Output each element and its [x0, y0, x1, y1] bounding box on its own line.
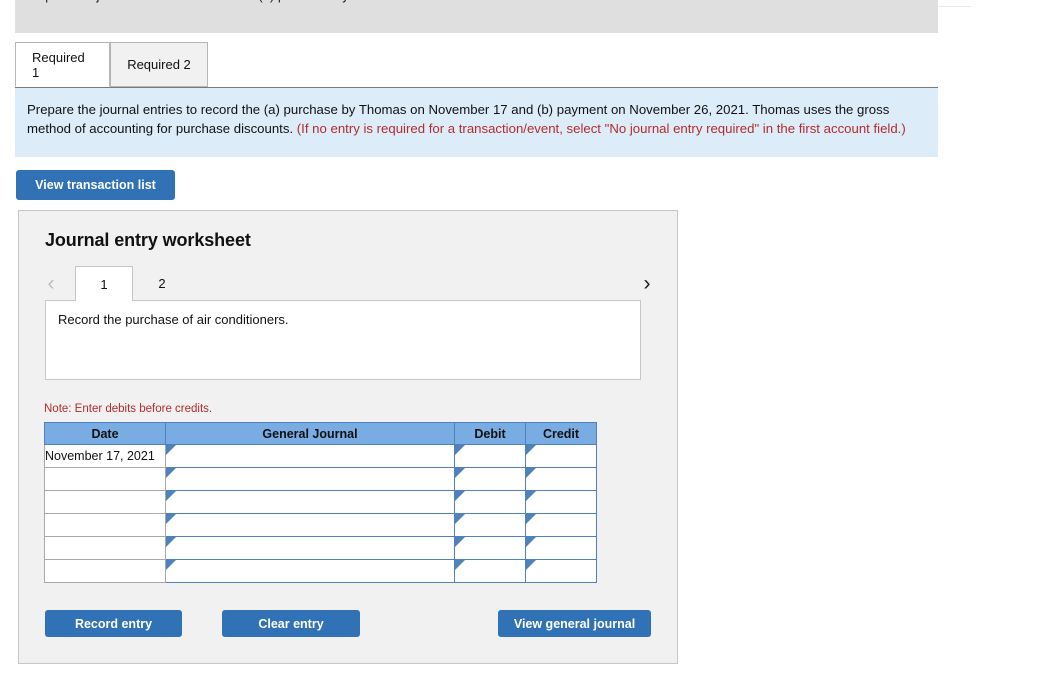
cell-debit[interactable]	[454, 513, 526, 537]
cell-credit-input[interactable]	[533, 446, 594, 466]
cell-credit-input[interactable]	[533, 561, 594, 581]
cell-general-journal[interactable]	[165, 444, 455, 468]
column-header-debit: Debit	[454, 422, 526, 445]
cell-credit[interactable]	[525, 536, 597, 560]
cell-credit-input[interactable]	[533, 469, 594, 489]
worksheet-description-box: Record the purchase of air conditioners.	[45, 300, 641, 380]
top-divider-line	[938, 6, 971, 7]
worksheet-description-text: Record the purchase of air conditioners.	[58, 312, 289, 327]
cell-debit[interactable]	[454, 559, 526, 583]
clear-entry-button[interactable]: Clear entry	[222, 610, 360, 637]
worksheet-title: Journal entry worksheet	[45, 230, 251, 250]
cell-general-journal[interactable]	[165, 467, 455, 491]
view-transaction-list-button[interactable]: View transaction list	[16, 170, 175, 200]
cell-general-journal-input[interactable]	[173, 446, 452, 466]
cell-credit[interactable]	[525, 559, 597, 583]
cell-general-journal[interactable]	[165, 490, 455, 514]
cell-general-journal-input[interactable]	[173, 538, 452, 558]
cell-debit[interactable]	[454, 490, 526, 514]
cell-date	[44, 467, 166, 491]
cell-debit-input[interactable]	[462, 492, 523, 512]
cell-date	[44, 536, 166, 560]
journal-entry-worksheet-panel: Journal entry worksheet ‹ 1 2 › Record t…	[18, 210, 678, 664]
journal-entry-table: Date General Journal Debit Credit Novemb…	[44, 422, 597, 583]
cell-credit-input[interactable]	[533, 515, 594, 535]
cell-date: November 17, 2021	[44, 444, 166, 468]
table-row	[44, 536, 597, 560]
cell-general-journal-input[interactable]	[173, 561, 452, 581]
cell-general-journal-input[interactable]	[173, 492, 452, 512]
cell-date	[44, 490, 166, 514]
record-entry-button[interactable]: Record entry	[45, 610, 182, 637]
journal-entry-table-body: November 17, 2021	[44, 444, 597, 583]
cell-credit[interactable]	[525, 467, 597, 491]
cell-general-journal-input[interactable]	[173, 515, 452, 535]
cell-debit[interactable]	[454, 444, 526, 468]
worksheet-page-tab-1-label: 1	[100, 276, 108, 292]
cell-debit-input[interactable]	[462, 515, 523, 535]
cell-debit-input[interactable]	[462, 561, 523, 581]
view-general-journal-button[interactable]: View general journal	[498, 610, 651, 637]
cell-debit-input[interactable]	[462, 469, 523, 489]
cell-debit[interactable]	[454, 536, 526, 560]
required-tab-strip: Required 1 Required 2	[15, 42, 938, 88]
chevron-left-icon[interactable]: ‹	[39, 266, 63, 301]
cell-date	[44, 559, 166, 583]
tab-required-1[interactable]: Required 1	[15, 42, 110, 87]
debits-before-credits-note: Note: Enter debits before credits.	[44, 403, 213, 415]
column-header-credit: Credit	[525, 422, 597, 445]
cell-debit[interactable]	[454, 467, 526, 491]
table-row	[44, 467, 597, 491]
worksheet-pager: ‹ 1 2 ›	[39, 266, 659, 301]
worksheet-page-tab-2[interactable]: 2	[133, 266, 191, 301]
column-header-general-journal: General Journal	[165, 422, 455, 445]
cell-credit[interactable]	[525, 444, 597, 468]
top-clipped-instruction-bar: Prepare the journal entries to record th…	[15, 0, 938, 33]
tab-required-1-label: Required 1	[32, 49, 85, 80]
table-row	[44, 490, 597, 514]
tab-required-2-label: Required 2	[127, 57, 191, 72]
cell-general-journal-input[interactable]	[173, 469, 452, 489]
table-row	[44, 513, 597, 537]
cell-debit-input[interactable]	[462, 538, 523, 558]
cell-general-journal[interactable]	[165, 559, 455, 583]
cell-date	[44, 513, 166, 537]
column-header-date: Date	[44, 422, 166, 445]
cell-debit-input[interactable]	[462, 446, 523, 466]
cell-credit-input[interactable]	[533, 538, 594, 558]
instruction-panel: Prepare the journal entries to record th…	[15, 87, 938, 157]
cell-credit[interactable]	[525, 490, 597, 514]
table-row	[44, 559, 597, 583]
top-clipped-text: Prepare the journal entries to record th…	[25, 0, 499, 3]
worksheet-page-tab-1[interactable]: 1	[75, 266, 133, 301]
table-row: November 17, 2021	[44, 444, 597, 468]
instruction-text: Prepare the journal entries to record th…	[27, 100, 924, 138]
worksheet-page-tab-2-label: 2	[158, 276, 166, 291]
tab-required-2[interactable]: Required 2	[110, 42, 208, 87]
chevron-right-icon[interactable]: ›	[635, 266, 659, 301]
cell-general-journal[interactable]	[165, 513, 455, 537]
cell-general-journal[interactable]	[165, 536, 455, 560]
table-header-row: Date General Journal Debit Credit	[44, 422, 597, 445]
cell-credit-input[interactable]	[533, 492, 594, 512]
instruction-red-note: (If no entry is required for a transacti…	[296, 121, 906, 136]
cell-credit[interactable]	[525, 513, 597, 537]
